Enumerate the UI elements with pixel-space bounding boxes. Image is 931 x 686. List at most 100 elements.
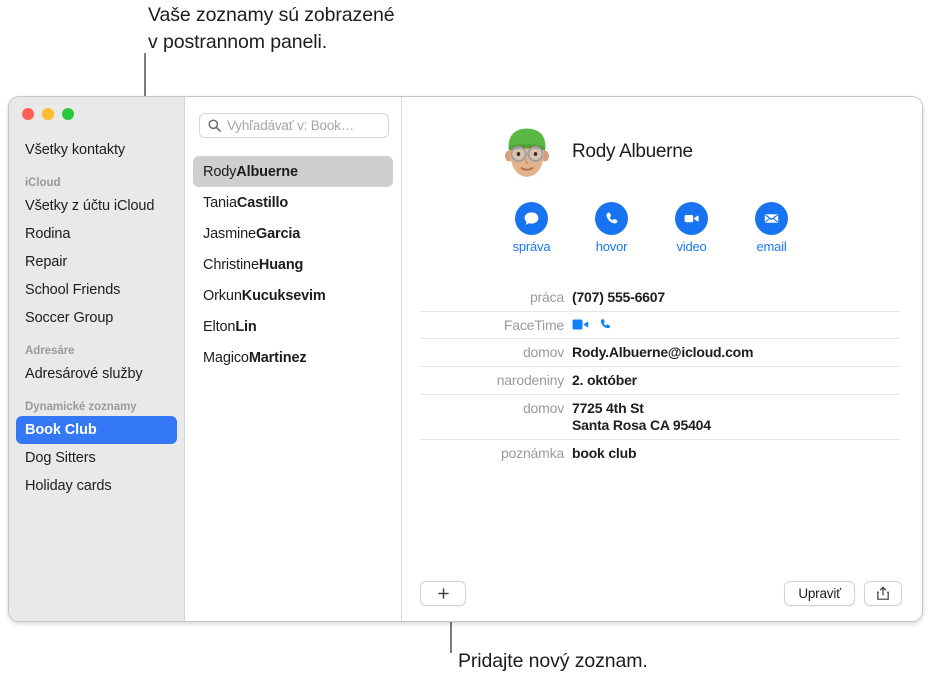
field-row-facetime: FaceTime bbox=[420, 312, 900, 339]
close-button[interactable] bbox=[22, 108, 34, 120]
field-label: domov bbox=[522, 344, 564, 360]
sidebar-item-school-friends[interactable]: School Friends bbox=[16, 276, 177, 304]
sidebar-group-header-icloud: iCloud bbox=[25, 177, 61, 189]
zoom-button[interactable] bbox=[62, 108, 74, 120]
contact-first-name: Jasmine bbox=[203, 225, 256, 242]
contact-last-name: Huang bbox=[258, 256, 304, 273]
contact-last-name: Castillo bbox=[236, 194, 289, 211]
sidebar-item-soccer-group[interactable]: Soccer Group bbox=[16, 304, 177, 332]
sidebar-item-holiday-cards[interactable]: Holiday cards bbox=[16, 472, 177, 500]
bottom-toolbar: Upraviť bbox=[402, 565, 922, 621]
plus-icon bbox=[437, 587, 449, 599]
edit-button-label: Upraviť bbox=[798, 585, 841, 601]
contact-header: Rody Albuerne bbox=[402, 97, 922, 181]
sidebar-item-repair[interactable]: Repair bbox=[16, 248, 177, 276]
contact-first-name: Christine bbox=[203, 256, 259, 273]
video-icon bbox=[675, 202, 708, 235]
list-item[interactable]: Tania Castillo bbox=[193, 187, 393, 218]
field-label: domov bbox=[522, 400, 564, 416]
quick-actions: správa hovor video email bbox=[402, 181, 922, 254]
contact-last-name: Lin bbox=[235, 318, 257, 335]
annotation-add-list-callout: Pridajte nový zoznam. bbox=[458, 650, 648, 672]
contact-first-name: Magico bbox=[203, 349, 249, 366]
field-value[interactable]: (707) 555-6607 bbox=[572, 289, 900, 306]
screenshot-stage: Vaše zoznamy sú zobrazené v postrannom p… bbox=[0, 0, 931, 686]
sidebar-item-book-club[interactable]: Book Club bbox=[16, 416, 177, 444]
action-label: hovor bbox=[595, 239, 628, 254]
sidebar-item-label: Soccer Group bbox=[25, 310, 114, 326]
sidebar-group-header-smart-lists: Dynamické zoznamy bbox=[25, 401, 137, 413]
field-label: narodeniny bbox=[496, 372, 564, 388]
sidebar-item-rodina[interactable]: Rodina bbox=[16, 220, 177, 248]
action-email[interactable]: email bbox=[755, 202, 788, 254]
list-item[interactable]: Christine Huang bbox=[193, 249, 393, 280]
action-label: video bbox=[676, 239, 707, 254]
contact-last-name: Garcia bbox=[255, 225, 301, 242]
sidebar-item-label: Book Club bbox=[25, 422, 97, 438]
field-label: poznámka bbox=[501, 445, 564, 461]
minimize-button[interactable] bbox=[42, 108, 54, 120]
field-row-home-email: domov Rody.Albuerne@icloud.com bbox=[420, 339, 900, 367]
add-list-button[interactable] bbox=[420, 580, 466, 606]
sidebar-group-header-directories: Adresáre bbox=[25, 345, 75, 357]
edit-button[interactable]: Upraviť bbox=[784, 580, 855, 606]
action-call[interactable]: hovor bbox=[595, 202, 628, 254]
field-value[interactable]: 2. október bbox=[572, 372, 900, 389]
facetime-video-icon[interactable] bbox=[572, 318, 589, 331]
field-row-note: poznámka book club bbox=[420, 440, 900, 467]
sidebar-item-all-icloud[interactable]: Všetky z účtu iCloud bbox=[16, 192, 177, 220]
share-button[interactable] bbox=[864, 580, 902, 606]
field-label: práca bbox=[529, 289, 564, 305]
contact-first-name: Elton bbox=[203, 318, 236, 335]
sidebar: Všetky kontakty iCloud Všetky z účtu iCl… bbox=[9, 97, 185, 621]
field-row-work-phone: práca (707) 555-6607 bbox=[420, 284, 900, 312]
message-icon bbox=[515, 202, 548, 235]
contact-last-name: Albuerne bbox=[236, 163, 298, 180]
sidebar-item-label: Holiday cards bbox=[25, 478, 112, 494]
sidebar-item-label: Rodina bbox=[25, 226, 71, 242]
sidebar-item-label: Repair bbox=[25, 254, 68, 270]
toolbar-right-buttons: Upraviť bbox=[784, 580, 902, 606]
contact-detail-pane: Rody Albuerne správa hovor video email p… bbox=[402, 97, 922, 621]
mail-icon bbox=[755, 202, 788, 235]
facetime-audio-icon[interactable] bbox=[598, 317, 613, 332]
search-placeholder: Vyhľadávať v: Book… bbox=[227, 118, 355, 133]
search-icon bbox=[208, 119, 221, 132]
field-row-home-address: domov 7725 4th St Santa Rosa CA 95404 bbox=[420, 395, 900, 440]
sidebar-item-label: Všetky kontakty bbox=[25, 142, 126, 158]
contact-last-name: Martinez bbox=[248, 349, 307, 366]
contact-name: Rody Albuerne bbox=[572, 141, 693, 162]
search-input[interactable]: Vyhľadávať v: Book… bbox=[199, 113, 389, 138]
field-value bbox=[572, 317, 900, 332]
list-item[interactable]: Rody Albuerne bbox=[193, 156, 393, 187]
sidebar-item-label: Dog Sitters bbox=[25, 450, 96, 466]
annotation-sidebar-callout: Vaše zoznamy sú zobrazené v postrannom p… bbox=[148, 4, 395, 53]
memoji-avatar bbox=[505, 128, 549, 177]
contact-last-name: Kucuksevim bbox=[241, 287, 326, 304]
action-label: email bbox=[756, 239, 787, 254]
sidebar-item-directory-services[interactable]: Adresárové služby bbox=[16, 360, 177, 388]
list-item[interactable]: Magico Martinez bbox=[193, 342, 393, 373]
action-video[interactable]: video bbox=[675, 202, 708, 254]
field-value[interactable]: Rody.Albuerne@icloud.com bbox=[572, 344, 900, 361]
action-message[interactable]: správa bbox=[512, 202, 551, 254]
contact-first-name: Orkun bbox=[203, 287, 242, 304]
field-value[interactable]: book club bbox=[572, 445, 900, 462]
sidebar-item-all-contacts[interactable]: Všetky kontakty bbox=[16, 136, 177, 164]
search-container: Vyhľadávať v: Book… bbox=[185, 113, 401, 138]
sidebar-item-label: School Friends bbox=[25, 282, 121, 298]
window-traffic-lights bbox=[22, 108, 74, 120]
list-item[interactable]: Jasmine Garcia bbox=[193, 218, 393, 249]
field-row-birthday: narodeniny 2. október bbox=[420, 367, 900, 395]
sidebar-item-label: Adresárové služby bbox=[25, 366, 143, 382]
sidebar-list: Všetky kontakty iCloud Všetky z účtu iCl… bbox=[9, 97, 184, 500]
field-value[interactable]: 7725 4th St Santa Rosa CA 95404 bbox=[572, 400, 900, 434]
list-item[interactable]: Elton Lin bbox=[193, 311, 393, 342]
list-item[interactable]: Orkun Kucuksevim bbox=[193, 280, 393, 311]
phone-icon bbox=[595, 202, 628, 235]
contact-first-name: Tania bbox=[203, 194, 237, 211]
sidebar-item-dog-sitters[interactable]: Dog Sitters bbox=[16, 444, 177, 472]
action-label: správa bbox=[512, 239, 551, 254]
sidebar-item-label: Všetky z účtu iCloud bbox=[25, 198, 155, 214]
contact-fields: práca (707) 555-6607 FaceTime domov Rody… bbox=[420, 284, 900, 467]
